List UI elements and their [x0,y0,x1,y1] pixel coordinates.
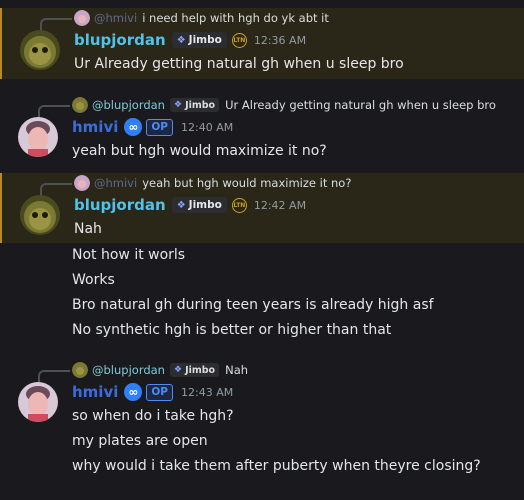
reply-avatar-blupjordan [72,362,88,378]
top-strip [0,0,524,8]
message-line: Bro natural gh during teen years is alre… [72,297,434,313]
message-line: Works [72,272,115,288]
author-name[interactable]: hmivi [72,118,118,136]
message-line: yeah but hgh would maximize it no? [72,143,327,159]
timestamp[interactable]: 12:42 AM [254,199,306,212]
op-badge: OP [146,383,173,401]
reply-avatar-hmivi [74,10,90,26]
timestamp[interactable]: 12:36 AM [254,34,306,47]
author-name[interactable]: blupjordan [74,196,166,214]
server-tag[interactable]: ❖ Jimbo [171,32,227,48]
message-line: so when do i take hgh? [72,408,234,424]
message-blupjordan-1[interactable]: @hmivi i need help with hgh do yk abt it… [0,8,524,79]
message-line: Ur Already getting natural gh when u sle… [74,56,404,72]
avatar-hmivi[interactable] [18,382,58,422]
message-line: No synthetic hgh is better or higher tha… [72,322,392,338]
message-line: why would i take them after puberty when… [72,458,481,474]
ltn-badge-icon[interactable]: LTN [231,197,247,213]
message-hmivi-1[interactable]: @blupjordan ❖ Jimbo Ur Already getting na… [0,95,524,167]
reply-preview[interactable]: @blupjordan ❖ Jimbo Nah [0,360,524,384]
diamond-icon: ❖ [176,34,186,46]
timestamp[interactable]: 12:43 AM [181,386,233,399]
reply-author[interactable]: @hmivi [94,176,137,190]
reply-avatar-hmivi [74,175,90,191]
message-header: hmivi ∞ OP 12:43 AM [0,380,524,422]
message-blupjordan-2[interactable]: @hmivi yeah but hgh would maximize it no… [0,173,524,243]
infinity-icon[interactable]: ∞ [124,383,143,401]
reply-preview[interactable]: @blupjordan ❖ Jimbo Ur Already getting na… [0,95,524,119]
message-line: Nah [74,221,102,237]
diamond-icon: ❖ [173,365,183,375]
message-header: hmivi ∞ OP 12:40 AM [0,115,524,157]
reply-preview[interactable]: @hmivi i need help with hgh do yk abt it [2,8,524,32]
message-line: my plates are open [72,433,208,449]
reply-text: Ur Already getting natural gh when u sle… [225,98,496,112]
op-badge: OP [146,118,173,136]
message-hmivi-2[interactable]: @blupjordan ❖ Jimbo Nah hmivi ∞ OP 12:43 … [0,360,524,479]
diamond-icon: ❖ [176,199,186,211]
author-name[interactable]: blupjordan [74,31,166,49]
message-header: blupjordan ❖ Jimbo LTN 12:42 AM [2,193,524,235]
reply-preview[interactable]: @hmivi yeah but hgh would maximize it no… [2,173,524,197]
reply-text: i need help with hgh do yk abt it [142,11,329,25]
avatar-blupjordan[interactable] [20,195,60,235]
infinity-icon[interactable]: ∞ [124,118,143,136]
server-tag[interactable]: ❖ Jimbo [171,197,227,213]
diamond-icon: ❖ [173,100,183,110]
reply-server-tag: ❖ Jimbo [169,98,220,112]
timestamp[interactable]: 12:40 AM [181,121,233,134]
reply-text: yeah but hgh would maximize it no? [142,176,352,190]
author-name[interactable]: hmivi [72,383,118,401]
reply-author[interactable]: @hmivi [94,11,137,25]
reply-author[interactable]: @blupjordan [92,98,165,112]
message-header: blupjordan ❖ Jimbo LTN 12:36 AM [2,28,524,70]
avatar-hmivi[interactable] [18,117,58,157]
reply-avatar-blupjordan [72,97,88,113]
reply-author[interactable]: @blupjordan [92,363,165,377]
message-line: Not how it worls [72,247,186,263]
reply-server-tag: ❖ Jimbo [169,363,220,377]
reply-text: Nah [225,363,249,377]
ltn-badge-icon[interactable]: LTN [231,32,247,48]
avatar-blupjordan[interactable] [20,30,60,70]
